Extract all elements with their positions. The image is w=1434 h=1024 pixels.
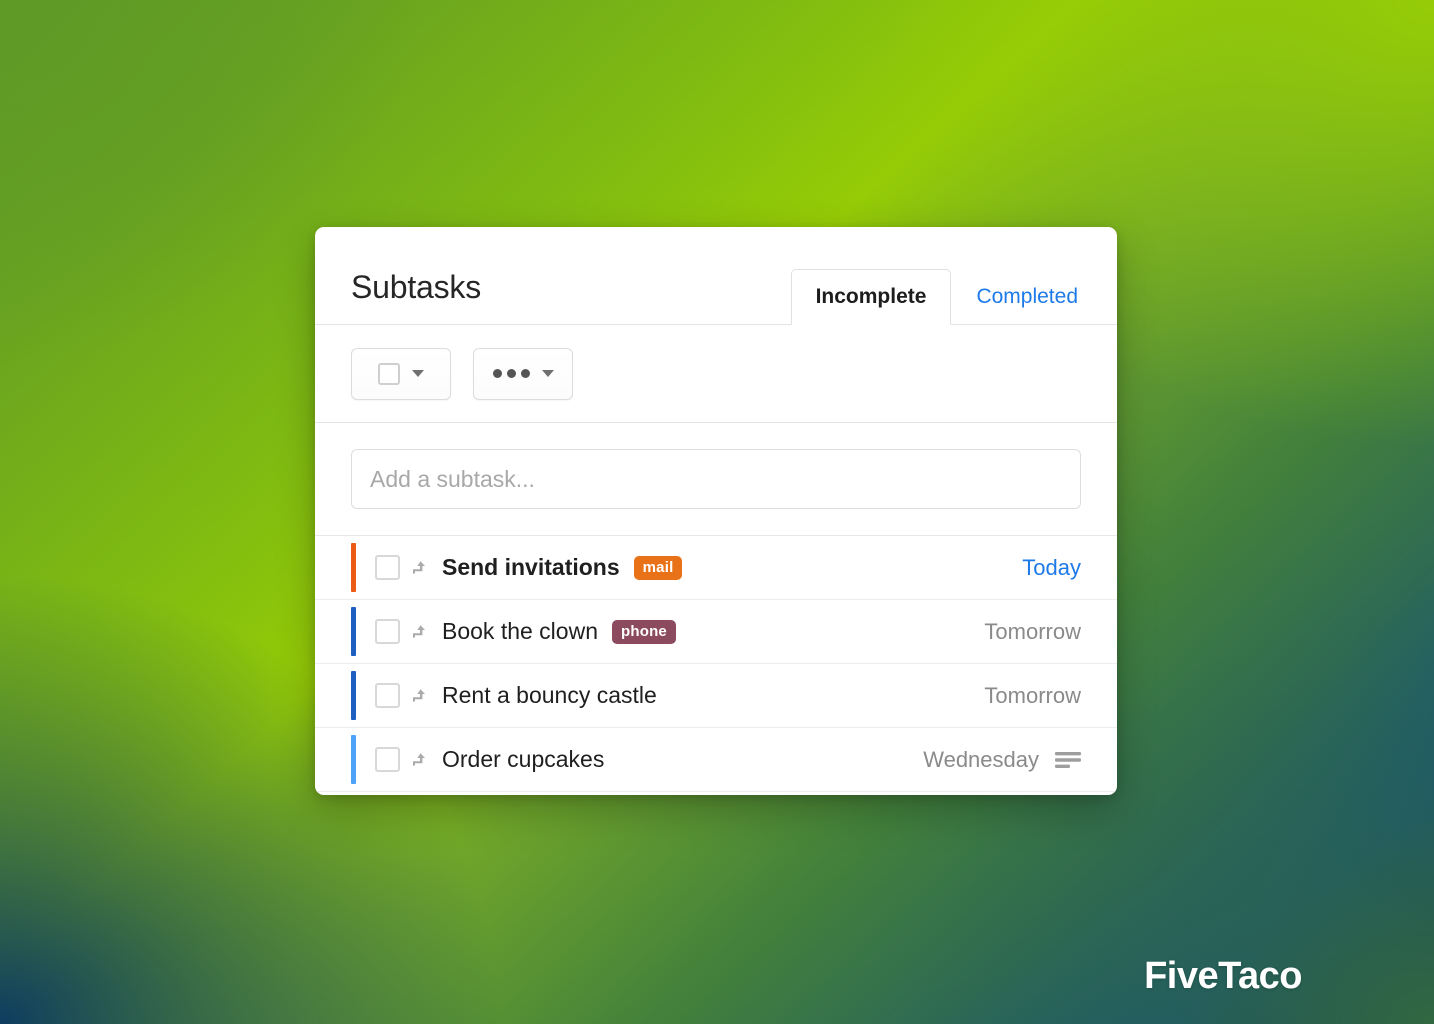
tab-completed[interactable]: Completed xyxy=(951,269,1117,325)
chevron-down-icon xyxy=(412,370,424,377)
brand-logo: FiveTaco xyxy=(1144,955,1302,997)
subtask-arrow-icon xyxy=(413,624,425,638)
priority-bar xyxy=(351,671,356,720)
subtask-arrow-icon xyxy=(413,688,425,702)
table-row[interactable]: Rent a bouncy castle Tomorrow xyxy=(315,664,1117,728)
subtask-list: Send invitations mail Today Book the clo… xyxy=(315,536,1117,792)
task-checkbox[interactable] xyxy=(375,683,400,708)
subtasks-card: Subtasks Incomplete Completed Send invit… xyxy=(315,227,1117,795)
priority-bar xyxy=(351,543,356,592)
add-subtask-area xyxy=(315,423,1117,536)
priority-bar xyxy=(351,735,356,784)
select-all-dropdown-button[interactable] xyxy=(351,347,451,400)
priority-bar xyxy=(351,607,356,656)
chevron-down-icon xyxy=(541,370,554,377)
task-due-date[interactable]: Tomorrow xyxy=(984,619,1081,645)
tab-incomplete[interactable]: Incomplete xyxy=(790,268,952,325)
task-checkbox[interactable] xyxy=(375,747,400,772)
subtask-arrow-icon xyxy=(413,752,425,766)
toolbar xyxy=(315,325,1117,423)
more-actions-dropdown-button[interactable] xyxy=(473,347,573,400)
table-row[interactable]: Order cupcakes Wednesday xyxy=(315,728,1117,792)
task-name: Order cupcakes xyxy=(442,746,605,772)
task-name: Send invitations xyxy=(442,554,620,580)
task-name: Rent a bouncy castle xyxy=(442,682,657,708)
add-subtask-input[interactable] xyxy=(351,449,1081,509)
task-checkbox[interactable] xyxy=(375,555,400,580)
task-due-date[interactable]: Wednesday xyxy=(923,747,1039,773)
task-tag[interactable]: phone xyxy=(611,619,676,644)
tab-bar: Incomplete Completed xyxy=(790,268,1117,325)
task-due-date[interactable]: Tomorrow xyxy=(984,683,1081,709)
task-due-date[interactable]: Today xyxy=(1022,555,1081,581)
subtask-arrow-icon xyxy=(413,560,425,574)
checkbox-icon xyxy=(378,362,400,385)
page-title: Subtasks xyxy=(351,269,482,305)
table-row[interactable]: Send invitations mail Today xyxy=(315,536,1117,600)
ellipsis-icon xyxy=(492,369,530,378)
task-checkbox[interactable] xyxy=(375,619,400,644)
task-tag[interactable]: mail xyxy=(633,555,683,580)
task-name: Book the clown xyxy=(442,618,598,644)
card-header: Subtasks Incomplete Completed xyxy=(315,227,1117,325)
notes-icon[interactable] xyxy=(1055,751,1081,769)
table-row[interactable]: Book the clown phone Tomorrow xyxy=(315,600,1117,664)
